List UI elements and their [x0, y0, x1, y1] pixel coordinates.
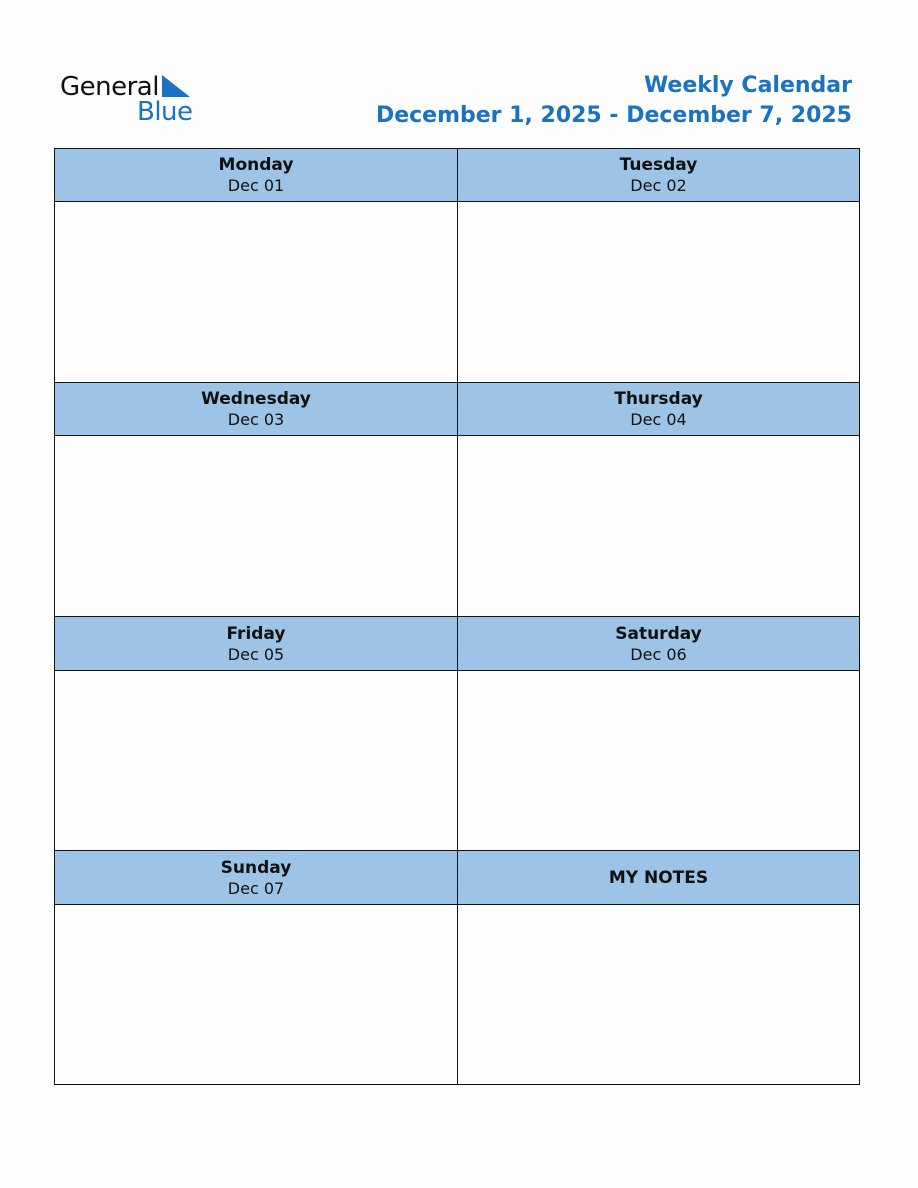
- day-body-tuesday[interactable]: [458, 202, 859, 383]
- day-body-monday[interactable]: [55, 202, 458, 383]
- day-header-sunday: Sunday Dec 07: [55, 851, 458, 905]
- day-date: Dec 06: [630, 644, 687, 664]
- day-body-sunday[interactable]: [55, 905, 458, 1084]
- day-header-saturday: Saturday Dec 06: [458, 617, 859, 671]
- logo-triangle-icon: [162, 75, 190, 97]
- day-name: Saturday: [615, 623, 702, 644]
- logo-text-blue: Blue: [137, 97, 193, 127]
- day-body-thursday[interactable]: [458, 436, 859, 617]
- date-range: December 1, 2025 - December 7, 2025: [375, 103, 852, 128]
- day-date: Dec 04: [630, 410, 687, 429]
- general-blue-logo: General Blue: [60, 70, 200, 130]
- day-header-friday: Friday Dec 05: [55, 617, 458, 671]
- day-date: Dec 02: [630, 176, 687, 195]
- day-header-monday: Monday Dec 01: [55, 149, 458, 202]
- day-body-friday[interactable]: [55, 671, 458, 851]
- day-date: Dec 01: [227, 176, 285, 195]
- day-name: Monday: [218, 155, 294, 175]
- day-date: Dec 05: [227, 644, 285, 664]
- weekly-calendar-grid: Monday Dec 01 Tuesday Dec 02 Wednesday D…: [54, 148, 860, 1085]
- day-date: Dec 07: [227, 878, 285, 898]
- day-body-wednesday[interactable]: [55, 436, 458, 617]
- page-title: Weekly Calendar: [643, 73, 852, 98]
- day-header-tuesday: Tuesday Dec 02: [458, 149, 859, 202]
- day-name: Friday: [226, 623, 286, 644]
- day-body-saturday[interactable]: [458, 671, 859, 851]
- day-name: Sunday: [220, 857, 292, 878]
- day-name: Thursday: [614, 389, 703, 409]
- day-name: Tuesday: [619, 155, 698, 175]
- day-header-thursday: Thursday Dec 04: [458, 383, 859, 436]
- day-date: Dec 03: [227, 410, 285, 429]
- notes-body[interactable]: [458, 905, 859, 1084]
- title-block: Weekly Calendar December 1, 2025 - Decem…: [376, 72, 852, 132]
- day-name: Wednesday: [201, 389, 311, 409]
- notes-header: MY NOTES: [458, 851, 859, 905]
- notes-label: MY NOTES: [608, 867, 709, 888]
- day-header-wednesday: Wednesday Dec 03: [55, 383, 458, 436]
